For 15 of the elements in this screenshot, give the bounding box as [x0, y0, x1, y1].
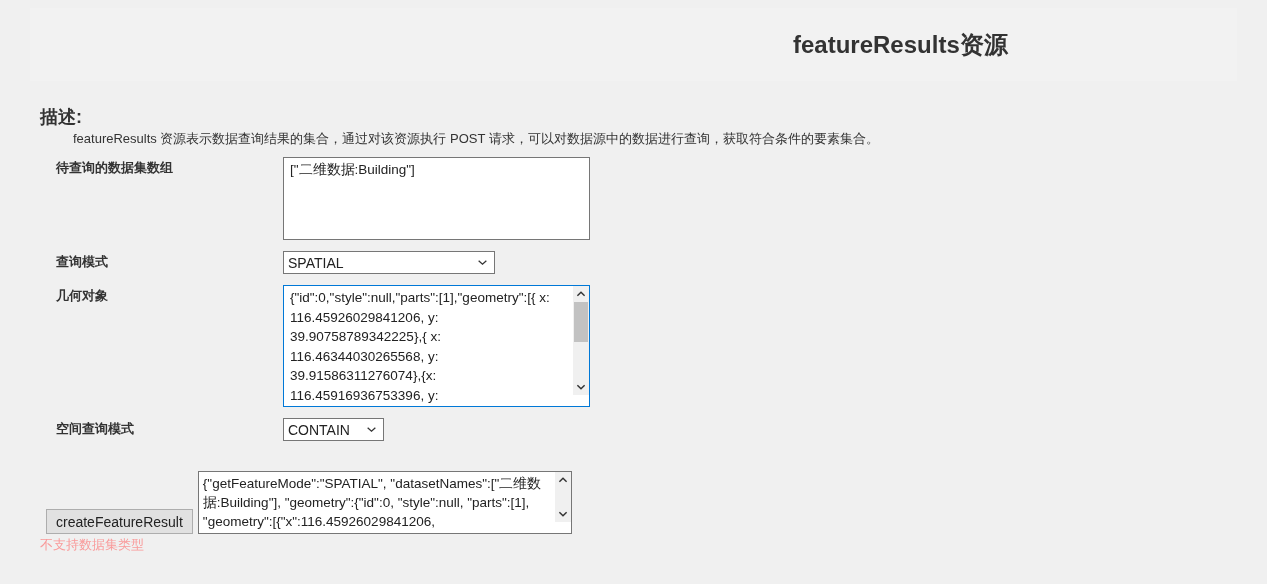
description-text: featureResults 资源表示数据查询结果的集合，通过对该资源执行 POST 请求，可以对数据源中的数据进行查询，获取符合条件的要素集合。 — [72, 130, 879, 148]
page-title: featureResults资源 — [793, 30, 1008, 60]
field-label: 待查询的数据集数组 — [56, 159, 173, 177]
scrollbar[interactable] — [573, 286, 589, 395]
submit-button[interactable]: createFeatureResult — [46, 509, 193, 534]
field-label: 空间查询模式 — [56, 420, 134, 438]
text-area[interactable]: ["二维数据:Building"] — [283, 157, 590, 240]
error-message: 不支持数据集类型 — [40, 536, 144, 554]
field-label: 查询模式 — [56, 253, 108, 271]
dropdown[interactable]: CONTAIN — [283, 418, 384, 441]
section-heading: 描述: — [40, 106, 82, 128]
dropdown[interactable]: SPATIAL — [283, 251, 495, 274]
field-label: 几何对象 — [56, 287, 108, 305]
text-area[interactable]: {"id":0,"style":null,"parts":[1],"geometry":[{ x: 116.45926029841206, y: 39.90758789342225},{ x: 116.46344030265568, y: 39.91586311276074},{x: 116.45916936753396, y: — [283, 285, 590, 407]
request-text-area[interactable]: {"getFeatureMode":"SPATIAL", "datasetNames":["二维数据:Building"], "geometry":{"id":0, "style":null, "parts":[1], "geometry":[{"x":116.45926029841206, — [197, 471, 572, 534]
